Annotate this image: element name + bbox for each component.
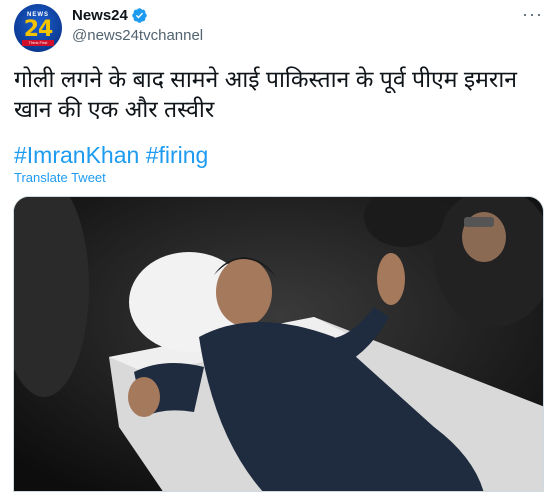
hashtags: #ImranKhan #firing [14,142,208,169]
display-name[interactable]: News24 [72,7,128,24]
avatar-number: 24 [23,17,54,42]
tweet-photo[interactable] [13,196,544,492]
hashtag-link[interactable]: #ImranKhan [14,142,139,168]
verified-badge-icon [132,8,147,23]
tweet-text-line1: गोली लगने के बाद सामने आई पाकिस्तान के प… [14,66,518,92]
avatar[interactable]: NEWS 24 Think First [14,4,62,52]
translate-tweet-link[interactable]: Translate Tweet [14,170,106,185]
photo-image [14,197,543,491]
avatar-tagline: Think First [22,40,54,46]
hashtag-link[interactable]: #firing [146,142,209,168]
author-name-row: News24 [72,7,148,24]
more-options-icon[interactable]: ··· [522,4,543,25]
tweet-card: NEWS 24 Think First News24 @news24tvchan… [0,0,557,492]
tweet-text-line2: खान की एक और तस्वीर [14,96,215,122]
handle[interactable]: @news24tvchannel [72,27,203,44]
tweet-text: गोली लगने के बाद सामने आई पाकिस्तान के प… [14,64,544,124]
